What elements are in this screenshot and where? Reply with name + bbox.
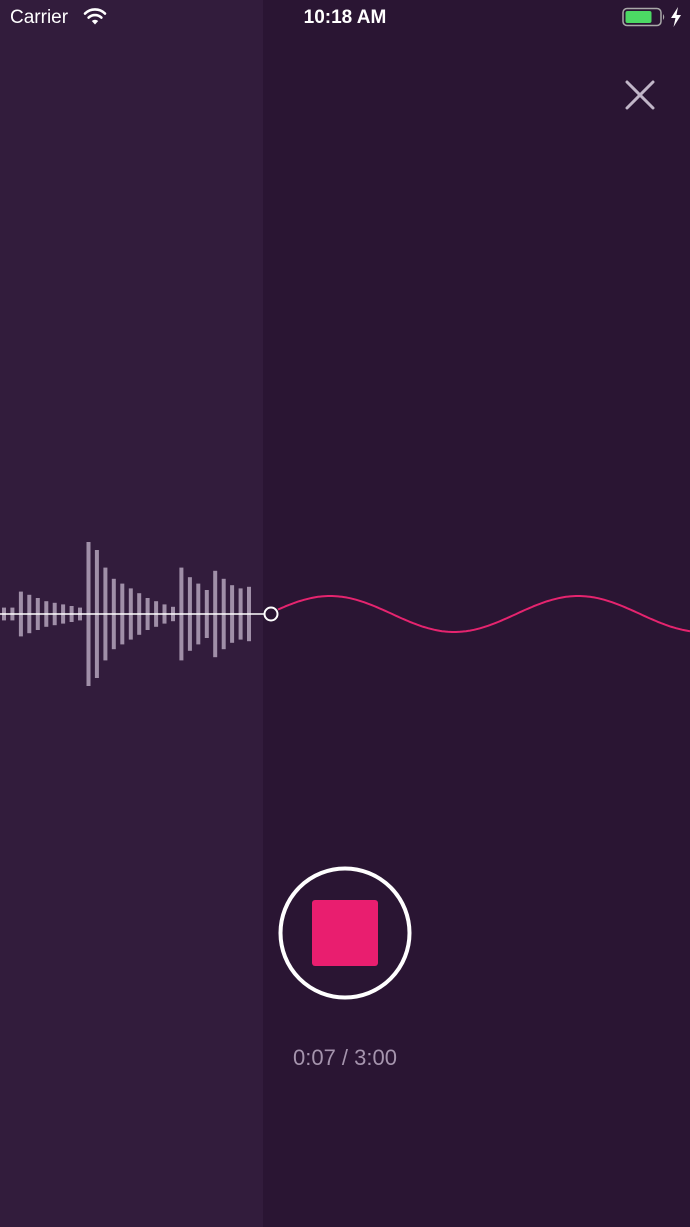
stop-recording-button[interactable] xyxy=(278,866,412,1000)
charging-bolt-icon xyxy=(671,7,681,27)
clock: 10:18 AM xyxy=(303,7,387,28)
close-button[interactable] xyxy=(617,72,663,118)
close-icon xyxy=(625,80,655,110)
stop-icon xyxy=(312,900,378,966)
recording-timer: 0:07 / 3:00 xyxy=(293,1045,397,1070)
battery-icon xyxy=(622,7,665,27)
live-input-wave xyxy=(277,595,690,633)
playhead-marker xyxy=(263,606,279,622)
status-bar: Carrier 10:18 AM xyxy=(0,0,690,36)
waveform xyxy=(0,542,690,686)
